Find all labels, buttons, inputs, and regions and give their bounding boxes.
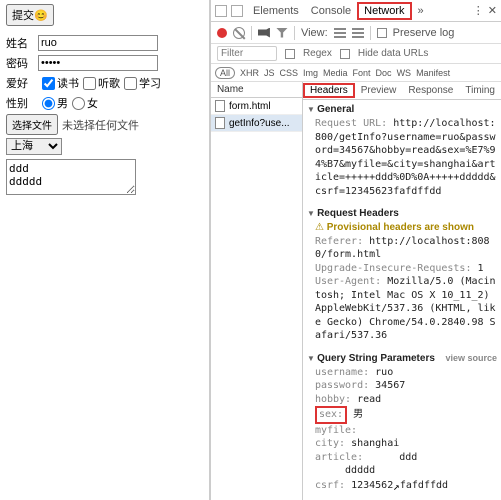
view-large-icon[interactable] bbox=[334, 28, 346, 38]
hobby-music-label: 听歌 bbox=[98, 75, 120, 91]
param-password-value: 34567 bbox=[375, 380, 405, 391]
param-hobby-value: read bbox=[357, 394, 381, 405]
sex-male-label: 男 bbox=[57, 95, 68, 111]
type-manifest[interactable]: Manifest bbox=[416, 68, 450, 78]
password-input[interactable] bbox=[38, 55, 158, 71]
request-url-value: http://localhost:800/getInfo?username=ru… bbox=[315, 118, 496, 197]
password-label: 密码 bbox=[6, 55, 38, 71]
detail-tab-preview[interactable]: Preview bbox=[355, 85, 403, 96]
param-csrf-key: csrf: bbox=[315, 480, 345, 491]
type-ws[interactable]: WS bbox=[397, 68, 412, 78]
detail-tab-response[interactable]: Response bbox=[402, 85, 459, 96]
hobby-study-label: 学习 bbox=[139, 75, 161, 91]
document-icon bbox=[215, 117, 225, 129]
regex-checkbox[interactable] bbox=[285, 49, 295, 59]
kebab-icon[interactable]: ⋮ bbox=[473, 4, 484, 17]
name-label: 姓名 bbox=[6, 35, 38, 51]
param-username-value: ruo bbox=[375, 367, 393, 378]
view-label: View: bbox=[301, 27, 328, 39]
upgrade-value: 1 bbox=[478, 263, 484, 274]
param-city-value: shanghai bbox=[351, 438, 399, 449]
hobby-label: 爱好 bbox=[6, 75, 38, 91]
request-url-key: Request URL: bbox=[315, 118, 387, 129]
type-doc[interactable]: Doc bbox=[376, 68, 392, 78]
param-password-key: password: bbox=[315, 380, 369, 391]
general-section-title[interactable]: General bbox=[307, 104, 497, 115]
param-csrf-value: 1234562fafdffdd bbox=[351, 480, 448, 491]
query-params-title[interactable]: Query String Parameters view source bbox=[307, 353, 497, 364]
preserve-log-label: Preserve log bbox=[393, 27, 455, 39]
submit-button[interactable]: 提交😊 bbox=[6, 4, 54, 26]
filter-input[interactable] bbox=[217, 46, 277, 61]
type-xhr[interactable]: XHR bbox=[240, 68, 259, 78]
capture-icon[interactable] bbox=[258, 28, 270, 38]
hobby-read-label: 读书 bbox=[57, 75, 79, 91]
sex-female-radio[interactable] bbox=[72, 97, 85, 110]
param-myfile-key: myfile: bbox=[315, 425, 357, 436]
no-file-label: 未选择任何文件 bbox=[62, 117, 139, 133]
article-textarea[interactable]: ddd ddddd bbox=[6, 159, 136, 195]
preserve-log-checkbox[interactable] bbox=[377, 28, 387, 38]
sex-label: 性别 bbox=[6, 95, 38, 111]
param-sex-value: 男 bbox=[353, 409, 363, 420]
type-media[interactable]: Media bbox=[323, 68, 348, 78]
device-icon[interactable] bbox=[231, 5, 243, 17]
upgrade-key: Upgrade-Insecure-Requests: bbox=[315, 263, 472, 274]
request-headers-title[interactable]: Request Headers bbox=[307, 208, 497, 219]
document-icon bbox=[215, 100, 225, 112]
request-name: form.html bbox=[229, 101, 271, 112]
type-font[interactable]: Font bbox=[353, 68, 371, 78]
type-all[interactable]: All bbox=[215, 67, 235, 79]
type-css[interactable]: CSS bbox=[279, 68, 298, 78]
tab-console[interactable]: Console bbox=[305, 5, 357, 17]
sex-female-label: 女 bbox=[87, 95, 98, 111]
param-sex-key: sex: bbox=[315, 406, 347, 424]
request-name: getInfo?use... bbox=[229, 118, 290, 129]
regex-label: Regex bbox=[303, 48, 332, 59]
tab-elements[interactable]: Elements bbox=[247, 5, 305, 17]
web-page: 提交😊 姓名 密码 爱好 读书 听歌 学习 性别 男 女 选择文件 未选择任何文… bbox=[0, 0, 210, 500]
hobby-read-checkbox[interactable] bbox=[42, 77, 55, 90]
hobby-study-checkbox[interactable] bbox=[124, 77, 137, 90]
name-input[interactable] bbox=[38, 35, 158, 51]
view-small-icon[interactable] bbox=[352, 28, 364, 38]
type-filter-bar: All XHR JS CSS Img Media Font Doc WS Man… bbox=[211, 64, 501, 82]
filter-icon[interactable] bbox=[276, 28, 288, 38]
request-item[interactable]: getInfo?use... bbox=[211, 115, 302, 132]
hobby-music-checkbox[interactable] bbox=[83, 77, 96, 90]
param-city-key: city: bbox=[315, 438, 345, 449]
clear-icon[interactable] bbox=[233, 27, 245, 39]
ua-key: User-Agent: bbox=[315, 276, 381, 287]
view-source-link[interactable]: view source bbox=[445, 353, 497, 363]
type-img[interactable]: Img bbox=[303, 68, 318, 78]
tab-more[interactable]: » bbox=[412, 5, 430, 17]
cursor-icon bbox=[393, 478, 400, 493]
filter-bar: Regex Hide data URLs bbox=[211, 44, 501, 64]
param-username-key: username: bbox=[315, 367, 369, 378]
param-article-key: article: bbox=[315, 452, 363, 463]
close-icon[interactable]: ✕ bbox=[488, 4, 497, 17]
request-list: Name form.html getInfo?use... bbox=[211, 82, 303, 500]
city-select[interactable]: 上海 bbox=[6, 138, 62, 155]
request-details: Headers Preview Response Timing General … bbox=[303, 82, 501, 500]
type-js[interactable]: JS bbox=[264, 68, 275, 78]
tab-network[interactable]: Network bbox=[357, 2, 411, 20]
provisional-warning: Provisional headers are shown bbox=[315, 221, 497, 235]
network-toolbar: View: Preserve log bbox=[211, 22, 501, 44]
param-hobby-key: hobby: bbox=[315, 394, 351, 405]
detail-tab-timing[interactable]: Timing bbox=[459, 85, 501, 96]
detail-tabs: Headers Preview Response Timing bbox=[303, 82, 501, 100]
choose-file-button[interactable]: 选择文件 bbox=[6, 114, 58, 135]
name-header: Name bbox=[211, 82, 302, 98]
detail-tab-headers[interactable]: Headers bbox=[303, 83, 355, 98]
inspect-icon[interactable] bbox=[215, 5, 227, 17]
hideurls-checkbox[interactable] bbox=[340, 49, 350, 59]
referer-key: Referer: bbox=[315, 236, 363, 247]
devtools-tabs: Elements Console Network » ⋮ ✕ bbox=[211, 0, 501, 22]
request-item[interactable]: form.html bbox=[211, 98, 302, 115]
hideurls-label: Hide data URLs bbox=[358, 48, 429, 59]
sex-male-radio[interactable] bbox=[42, 97, 55, 110]
record-icon[interactable] bbox=[217, 28, 227, 38]
devtools-panel: Elements Console Network » ⋮ ✕ View: Pre… bbox=[210, 0, 501, 500]
